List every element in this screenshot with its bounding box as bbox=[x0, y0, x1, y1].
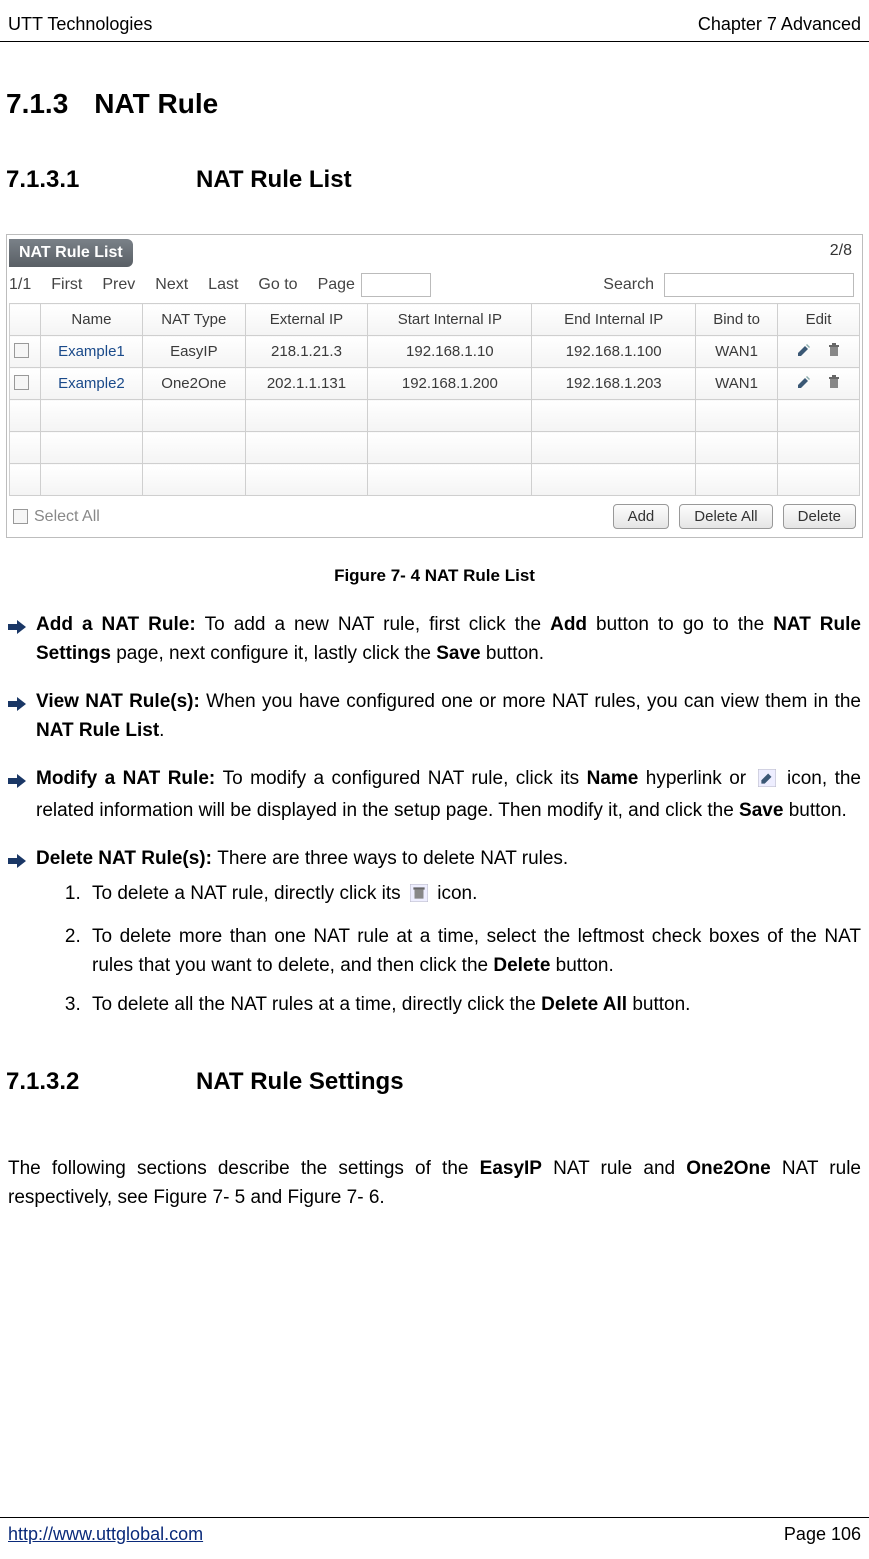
: The following sections describe the sett… bbox=[6, 1136, 863, 1213]
subsection-heading-list: 7.1.3.1NAT Rule List bbox=[6, 166, 863, 194]
arrow-icon bbox=[8, 844, 36, 1028]
trash-icon[interactable] bbox=[826, 342, 842, 362]
add-button[interactable]: Add bbox=[613, 504, 670, 529]
panel-title: NAT Rule List bbox=[9, 239, 133, 267]
page-position: 1/1 bbox=[9, 276, 31, 294]
search-label: Search bbox=[603, 276, 654, 294]
arrow-icon bbox=[8, 687, 36, 746]
cell-end: 192.168.1.203 bbox=[532, 368, 696, 400]
goto-page-input[interactable] bbox=[361, 273, 431, 297]
bullet-modify: Modify a NAT Rule: To modify a configure… bbox=[8, 764, 861, 826]
bullet-lead: View NAT Rule(s): bbox=[36, 691, 206, 712]
trash-icon[interactable] bbox=[826, 374, 842, 394]
subsection-heading-settings: 7.1.3.2NAT Rule Settings bbox=[6, 1068, 863, 1096]
cell-type: One2One bbox=[143, 368, 245, 400]
table-row: Example2 One2One 202.1.1.131 192.168.1.2… bbox=[10, 368, 860, 400]
list-item: To delete more than one NAT rule at a ti… bbox=[86, 920, 861, 989]
pencil-icon[interactable] bbox=[796, 374, 812, 394]
pager-last[interactable]: Last bbox=[208, 276, 238, 294]
select-all-checkbox[interactable] bbox=[13, 509, 28, 524]
page-footer: http://www.uttglobal.com Page 106 bbox=[0, 1517, 869, 1545]
rule-name-link[interactable]: Example1 bbox=[58, 343, 125, 360]
table-footer: Select All Add Delete All Delete bbox=[7, 496, 862, 537]
pager-first[interactable]: First bbox=[51, 276, 82, 294]
list-item: To delete all the NAT rules at a time, d… bbox=[86, 988, 861, 1027]
table-row-empty bbox=[10, 400, 860, 432]
cell-ext: 218.1.21.3 bbox=[245, 336, 368, 368]
footer-url[interactable]: http://www.uttglobal.com bbox=[8, 1524, 203, 1545]
row-select-checkbox[interactable] bbox=[14, 375, 29, 390]
page-number: Page 106 bbox=[784, 1524, 861, 1545]
col-end-ip: End Internal IP bbox=[532, 304, 696, 336]
col-nat-type: NAT Type bbox=[143, 304, 245, 336]
doc-vendor: UTT Technologies bbox=[8, 14, 152, 35]
cell-bind: WAN1 bbox=[696, 336, 778, 368]
pencil-icon bbox=[758, 767, 776, 796]
cell-type: EasyIP bbox=[143, 336, 245, 368]
cell-bind: WAN1 bbox=[696, 368, 778, 400]
bullet-lead: Add a NAT Rule: bbox=[36, 614, 205, 635]
doc-chapter: Chapter 7 Advanced bbox=[698, 14, 861, 35]
bullet-view: View NAT Rule(s): When you have configur… bbox=[8, 687, 861, 746]
delete-button[interactable]: Delete bbox=[783, 504, 856, 529]
nat-rule-list-screenshot: NAT Rule List 2/8 1/1 First Prev Next La… bbox=[6, 234, 863, 538]
subsection-number: 7.1.3.2 bbox=[6, 1068, 196, 1096]
page-label: Page bbox=[318, 276, 355, 294]
pager-next[interactable]: Next bbox=[155, 276, 188, 294]
bullet-lead: Modify a NAT Rule: bbox=[36, 768, 223, 789]
bullet-lead: Delete NAT Rule(s): bbox=[36, 848, 217, 869]
figure-caption: Figure 7- 4 NAT Rule List bbox=[6, 566, 863, 586]
row-select-checkbox[interactable] bbox=[14, 343, 29, 358]
bullet-add: Add a NAT Rule: To add a new NAT rule, f… bbox=[8, 610, 861, 669]
arrow-icon bbox=[8, 764, 36, 826]
select-all-label: Select All bbox=[34, 508, 100, 526]
delete-steps: To delete a NAT rule, directly click its… bbox=[36, 877, 861, 1028]
cell-start: 192.168.1.200 bbox=[368, 368, 532, 400]
table-row: Example1 EasyIP 218.1.21.3 192.168.1.10 … bbox=[10, 336, 860, 368]
record-count: 2/8 bbox=[830, 242, 862, 260]
subsection-title: NAT Rule List bbox=[196, 166, 352, 193]
col-start-ip: Start Internal IP bbox=[368, 304, 532, 336]
pager-bar: 1/1 First Prev Next Last Go to Page Sear… bbox=[7, 267, 862, 303]
subsection-title: NAT Rule Settings bbox=[196, 1068, 404, 1095]
delete-all-button[interactable]: Delete All bbox=[679, 504, 772, 529]
table-row-empty bbox=[10, 432, 860, 464]
table-row-empty bbox=[10, 464, 860, 496]
section-title: NAT Rule bbox=[94, 88, 218, 119]
col-name: Name bbox=[40, 304, 142, 336]
subsection-number: 7.1.3.1 bbox=[6, 166, 196, 194]
list-item: To delete a NAT rule, directly click its… bbox=[86, 877, 861, 919]
bullet-delete: Delete NAT Rule(s): There are three ways… bbox=[8, 844, 861, 1028]
nat-rule-table: Name NAT Type External IP Start Internal… bbox=[9, 303, 860, 496]
table-header-row: Name NAT Type External IP Start Internal… bbox=[10, 304, 860, 336]
pager-prev[interactable]: Prev bbox=[102, 276, 135, 294]
col-edit: Edit bbox=[778, 304, 860, 336]
col-external-ip: External IP bbox=[245, 304, 368, 336]
arrow-icon bbox=[8, 610, 36, 669]
cell-start: 192.168.1.10 bbox=[368, 336, 532, 368]
goto-label: Go to bbox=[258, 276, 297, 294]
section-heading: 7.1.3 NAT Rule bbox=[6, 88, 863, 120]
cell-end: 192.168.1.100 bbox=[532, 336, 696, 368]
rule-name-link[interactable]: Example2 bbox=[58, 375, 125, 392]
page-header: UTT Technologies Chapter 7 Advanced bbox=[0, 14, 869, 42]
pencil-icon[interactable] bbox=[796, 342, 812, 362]
cell-ext: 202.1.1.131 bbox=[245, 368, 368, 400]
col-bind-to: Bind to bbox=[696, 304, 778, 336]
trash-icon bbox=[410, 882, 428, 911]
search-input[interactable] bbox=[664, 273, 854, 297]
section-number: 7.1.3 bbox=[6, 88, 68, 120]
